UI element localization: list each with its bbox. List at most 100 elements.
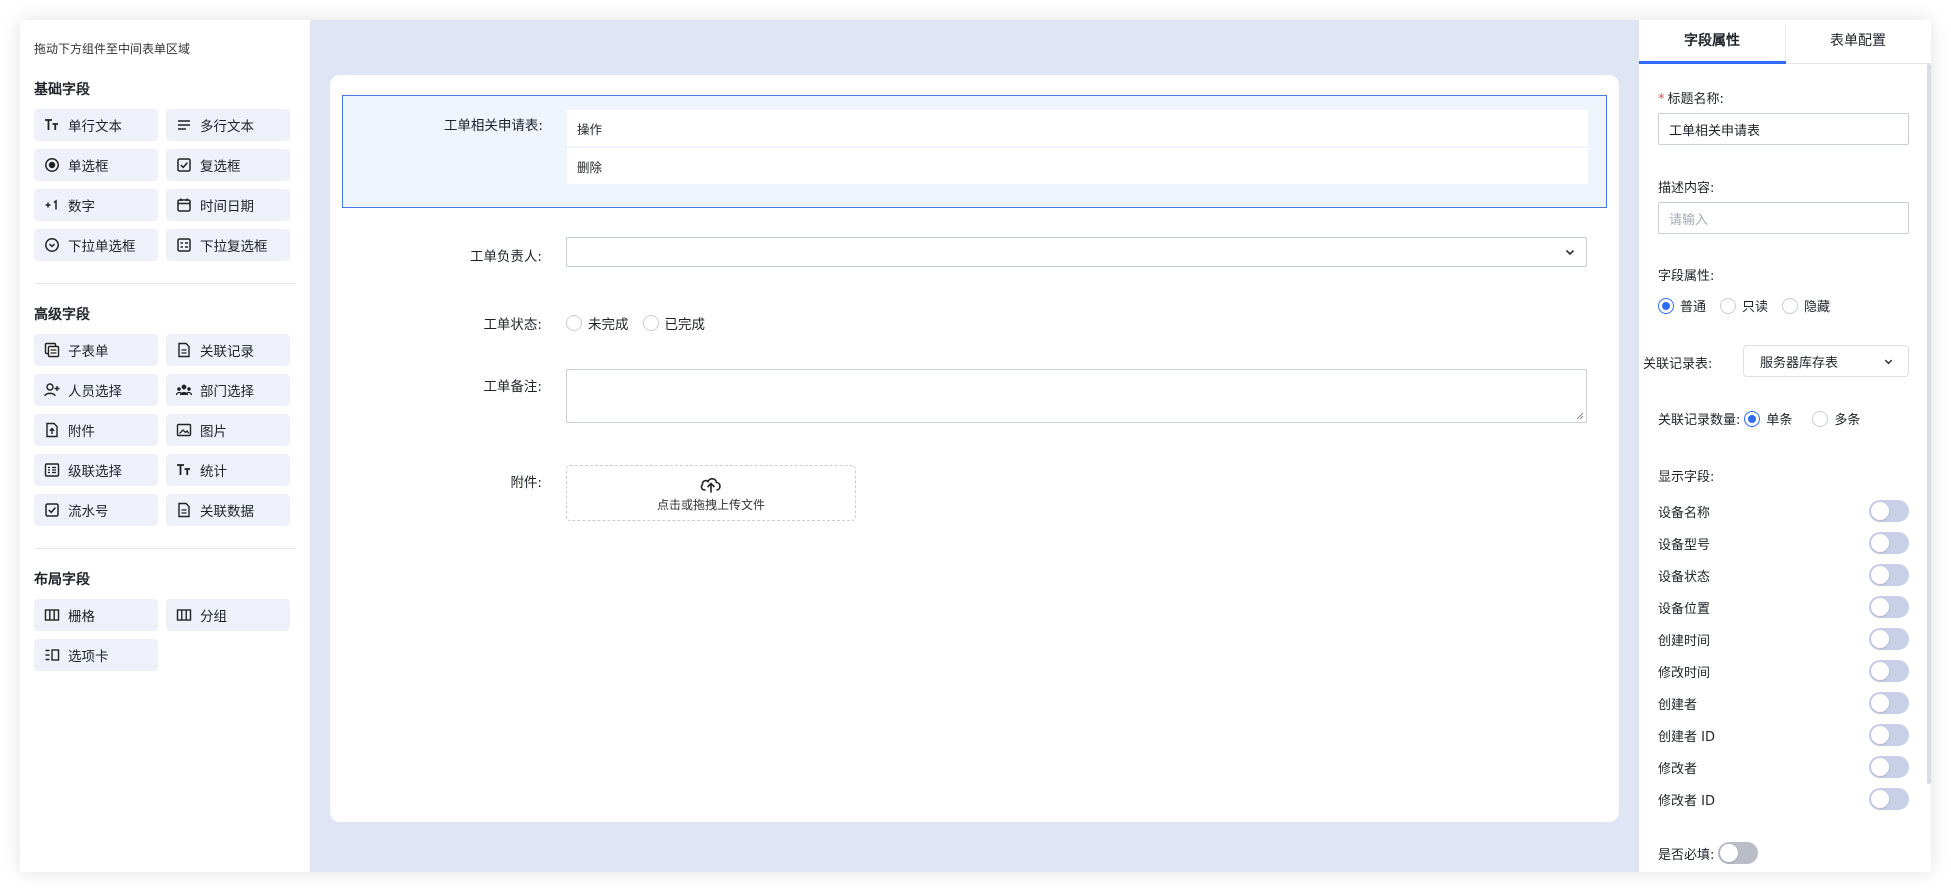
panel-scrollbar[interactable] (1927, 64, 1931, 784)
palette-item-label: 统计 (200, 464, 227, 480)
palette-item-label: 栅格 (68, 609, 95, 625)
palette-item[interactable]: 流水号 (34, 494, 158, 526)
palette-item-label: 下拉单选框 (68, 239, 136, 255)
palette-item-label: 流水号 (68, 504, 109, 520)
palette-divider (34, 283, 296, 284)
radio-finished[interactable]: 已完成 (642, 313, 705, 333)
tabs-icon (44, 647, 60, 663)
component-grid: 子表单 关联记录人员选择 部门选择 附件 图片级联选择 统计流水号 关联数据 (34, 334, 296, 526)
display-field-row: 创建时间 (1658, 628, 1909, 650)
radio-readonly[interactable]: 只读 (1720, 296, 1768, 315)
sub-item-delete[interactable]: 删除 (567, 148, 1588, 184)
palette-item[interactable]: 分组 (166, 599, 290, 631)
required-toggle[interactable] (1718, 842, 1759, 864)
checkbox-icon (44, 502, 60, 518)
palette-item-label: 图片 (200, 424, 227, 440)
title-input[interactable]: 工单相关申请表 (1658, 113, 1909, 145)
sub-item-action[interactable]: 操作 (567, 110, 1588, 146)
palette-item[interactable]: 人员选择 (34, 374, 158, 406)
palette-item[interactable]: 图片 (166, 414, 290, 446)
palette-item[interactable]: 级联选择 (34, 454, 158, 486)
palette-item[interactable]: 单选框 (34, 149, 158, 181)
display-field-toggle[interactable] (1869, 596, 1909, 618)
display-field-row: 设备位置 (1658, 596, 1909, 618)
text-icon (176, 462, 192, 478)
radio-label: 只读 (1742, 300, 1769, 315)
relation-select[interactable]: 服务器库存表 (1743, 345, 1909, 377)
palette-item[interactable]: 部门选择 (166, 374, 290, 406)
toggle-switch (1718, 842, 1759, 864)
cloud-upload-icon (700, 477, 721, 493)
display-field-toggle[interactable] (1869, 692, 1909, 714)
component-palette: 拖动下方组件至中间表单区域 基础字段 单行文本 多行文本 单选框 复选框 数字 时间日期 下拉… (20, 20, 310, 872)
grid-icon (44, 607, 60, 623)
tab-field-properties[interactable]: 字段属性 (1639, 20, 1785, 63)
field-related-form-selected[interactable]: 工单相关申请表: 操作 删除 (342, 95, 1607, 208)
attr-label: 字段属性: (1658, 269, 1715, 284)
display-field-toggle[interactable] (1869, 500, 1909, 522)
radio-circle (566, 315, 582, 331)
palette-item[interactable]: 数字 (34, 189, 158, 221)
active-tab-indicator (1639, 61, 1786, 64)
palette-item[interactable]: 关联数据 (166, 494, 290, 526)
tab-divider (1785, 24, 1786, 60)
display-field-toggle[interactable] (1869, 788, 1909, 810)
display-field-row: 设备状态 (1658, 564, 1909, 586)
radio-hidden[interactable]: 隐藏 (1782, 296, 1830, 315)
palette-item[interactable]: 关联记录 (166, 334, 290, 366)
palette-item[interactable]: 时间日期 (166, 189, 290, 221)
field-label: 工单备注: (483, 379, 542, 395)
palette-item[interactable]: 下拉复选框 (166, 229, 290, 261)
palette-item-label: 子表单 (68, 344, 109, 360)
palette-item[interactable]: 复选框 (166, 149, 290, 181)
owner-select[interactable] (566, 237, 1587, 267)
dropdown-icon (44, 237, 60, 253)
upload-dropzone[interactable]: 点击或拖拽上传文件 (566, 465, 856, 521)
field-owner: 工单负责人: (342, 235, 1607, 275)
palette-item[interactable]: 附件 (34, 414, 158, 446)
app-window: 拖动下方组件至中间表单区域 基础字段 单行文本 多行文本 单选框 复选框 数字 时间日期 下拉… (20, 20, 1931, 872)
radio-unfinished[interactable]: 未完成 (566, 313, 629, 333)
component-grid: 栅格 分组选项卡 (34, 599, 296, 671)
display-field-toggle[interactable] (1869, 660, 1909, 682)
calendar-icon (176, 197, 192, 213)
palette-item[interactable]: 统计 (166, 454, 290, 486)
radio-single[interactable]: 单条 (1744, 409, 1792, 428)
count-row: 关联记录数量: 单条 多条 (1658, 409, 1874, 428)
palette-item-label: 分组 (200, 609, 227, 625)
display-field-row: 创建者 (1658, 692, 1909, 714)
palette-item-label: 级联选择 (68, 464, 122, 480)
display-field-toggle[interactable] (1869, 724, 1909, 746)
resize-grip-icon[interactable] (1576, 412, 1584, 420)
palette-item-label: 数字 (68, 199, 95, 215)
palette-item[interactable]: 选项卡 (34, 639, 158, 671)
display-field-toggle[interactable] (1869, 532, 1909, 554)
display-field-label: 设备型号 (1658, 537, 1711, 553)
display-field-row: 设备型号 (1658, 532, 1909, 554)
properties-panel: 字段属性 表单配置 * 标题名称: 工单相关申请表 描述内容: 请输入 字段属性:… (1639, 20, 1931, 872)
display-field-toggle[interactable] (1869, 628, 1909, 650)
display-field-toggle[interactable] (1869, 564, 1909, 586)
radio-circle (1658, 297, 1674, 314)
upload-text: 点击或拖拽上传文件 (656, 497, 765, 512)
desc-input[interactable]: 请输入 (1658, 202, 1909, 234)
display-field-label: 创建者 (1658, 697, 1698, 713)
palette-item[interactable]: 子表单 (34, 334, 158, 366)
display-field-row: 修改者 ID (1658, 788, 1909, 810)
required-mark: * (1658, 92, 1665, 107)
palette-item[interactable]: 栅格 (34, 599, 158, 631)
user-add-icon (44, 382, 60, 398)
remark-textarea[interactable] (566, 369, 1587, 423)
palette-item[interactable]: 多行文本 (166, 109, 290, 141)
display-field-toggle[interactable] (1869, 756, 1909, 778)
palette-item[interactable]: 单行文本 (34, 109, 158, 141)
palette-item-label: 关联记录 (200, 344, 254, 360)
palette-item[interactable]: 下拉单选框 (34, 229, 158, 261)
checkbox-icon (176, 157, 192, 173)
tab-form-config[interactable]: 表单配置 (1785, 20, 1931, 63)
radio-multiple[interactable]: 多条 (1812, 409, 1860, 428)
radio-normal[interactable]: 普通 (1658, 296, 1706, 315)
palette-item-label: 人员选择 (68, 384, 122, 400)
field-status: 工单状态: 未完成 已完成 (342, 307, 1607, 337)
subform-icon (44, 342, 60, 358)
